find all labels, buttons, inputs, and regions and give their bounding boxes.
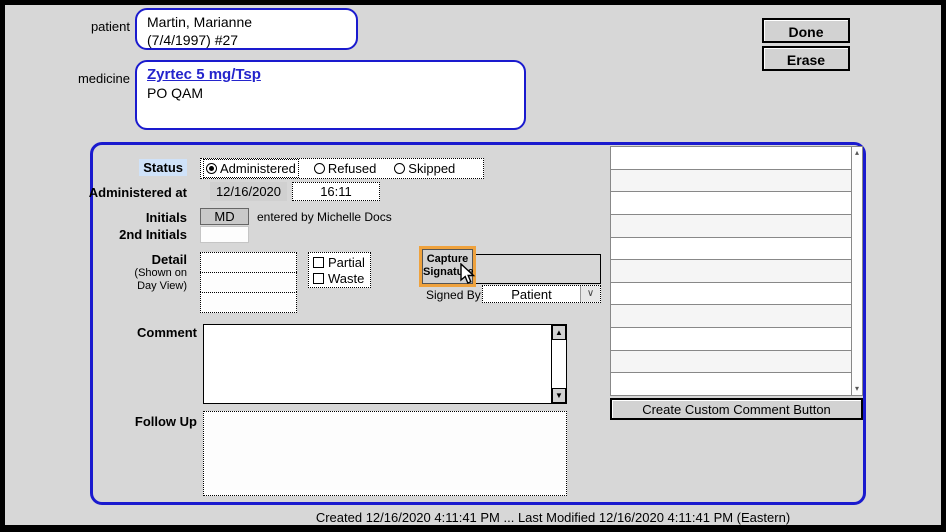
flags-group: Partial Waste — [308, 252, 371, 288]
radio-unchecked-icon — [314, 163, 325, 174]
comment-slot-row[interactable] — [611, 283, 851, 306]
medicine-label: medicine — [55, 71, 130, 86]
second-initials-field[interactable] — [200, 226, 249, 243]
patient-label: patient — [60, 19, 130, 34]
comment-slot-row[interactable] — [611, 351, 851, 374]
detail-fields — [200, 252, 297, 313]
patient-dob-id: (7/4/1997) #27 — [147, 31, 346, 49]
signed-by-dropdown[interactable]: Patient ∨ — [482, 285, 601, 303]
partial-label: Partial — [328, 255, 365, 270]
follow-up-textarea[interactable] — [203, 411, 567, 496]
medicine-sig: PO QAM — [147, 84, 514, 102]
patient-box[interactable]: Martin, Marianne (7/4/1997) #27 — [135, 8, 358, 50]
radio-refused[interactable]: Refused — [312, 160, 378, 177]
comment-slot-row[interactable] — [611, 328, 851, 351]
status-label-wrap: Status — [65, 160, 187, 175]
radio-skipped[interactable]: Skipped — [392, 160, 457, 177]
patient-name: Martin, Marianne — [147, 13, 346, 31]
initials-field[interactable]: MD — [200, 208, 249, 225]
administered-date-field[interactable]: 12/16/2020 — [210, 182, 287, 201]
create-custom-comment-button[interactable]: Create Custom Comment Button — [610, 398, 863, 420]
checkbox-icon — [313, 257, 324, 268]
waste-label: Waste — [328, 271, 364, 286]
radio-administered-label: Administered — [220, 161, 296, 176]
checkbox-icon — [313, 273, 324, 284]
scroll-track[interactable] — [552, 340, 566, 388]
scroll-up-icon[interactable]: ▴ — [852, 147, 862, 159]
administered-at-label: Administered at — [35, 185, 187, 200]
signed-by-label: Signed By: — [426, 288, 484, 302]
status-label: Status — [139, 159, 187, 176]
detail-field-3[interactable] — [200, 292, 297, 313]
partial-checkbox[interactable]: Partial — [313, 255, 366, 270]
detail-sublabel-2: Day View) — [85, 280, 187, 292]
detail-field-1[interactable] — [200, 252, 297, 272]
status-radio-group: Administered Refused Skipped — [200, 158, 484, 179]
chevron-down-icon[interactable]: ∨ — [580, 286, 600, 302]
radio-refused-label: Refused — [328, 161, 376, 176]
list-scrollbar[interactable]: ▴ ▾ — [851, 146, 863, 396]
scroll-up-icon[interactable]: ▲ — [552, 325, 566, 340]
comment-label: Comment — [85, 325, 197, 340]
scroll-down-icon[interactable]: ▼ — [552, 388, 566, 403]
comment-slot-row[interactable] — [611, 373, 851, 395]
radio-skipped-label: Skipped — [408, 161, 455, 176]
erase-button[interactable]: Erase — [762, 46, 850, 71]
radio-administered[interactable]: Administered — [204, 160, 298, 177]
comment-slot-row[interactable] — [611, 215, 851, 238]
entered-by-text: entered by Michelle Docs — [257, 210, 392, 224]
radio-unchecked-icon — [394, 163, 405, 174]
radio-checked-icon — [206, 163, 217, 174]
comment-slot-row[interactable] — [611, 147, 851, 170]
detail-field-2[interactable] — [200, 272, 297, 292]
second-initials-label: 2nd Initials — [85, 227, 187, 242]
comment-slot-row[interactable] — [611, 305, 851, 328]
medication-admin-window: patient Martin, Marianne (7/4/1997) #27 … — [0, 0, 946, 532]
footer-timestamps: Created 12/16/2020 4:11:41 PM ... Last M… — [135, 510, 946, 525]
custom-comment-list: ▴ ▾ — [610, 146, 863, 396]
comment-slot-row[interactable] — [611, 260, 851, 283]
signed-by-value: Patient — [483, 286, 580, 302]
comment-slot-row[interactable] — [611, 170, 851, 193]
custom-comment-rows — [610, 146, 851, 396]
scroll-down-icon[interactable]: ▾ — [852, 383, 862, 395]
comment-textarea[interactable]: ▲ ▼ — [203, 324, 567, 404]
administered-time-field[interactable]: 16:11 — [292, 182, 380, 201]
comment-slot-row[interactable] — [611, 192, 851, 215]
comment-scrollbar[interactable]: ▲ ▼ — [551, 325, 566, 403]
waste-checkbox[interactable]: Waste — [313, 271, 366, 286]
done-button[interactable]: Done — [762, 18, 850, 43]
medicine-box: Zyrtec 5 mg/Tsp PO QAM — [135, 60, 526, 130]
initials-label: Initials — [85, 210, 187, 225]
detail-label: Detail — [85, 252, 187, 267]
medicine-link[interactable]: Zyrtec 5 mg/Tsp — [147, 66, 261, 83]
detail-sublabel-1: (Shown on — [85, 267, 187, 279]
mouse-cursor-icon — [460, 263, 476, 285]
follow-up-label: Follow Up — [85, 414, 197, 429]
comment-slot-row[interactable] — [611, 238, 851, 261]
